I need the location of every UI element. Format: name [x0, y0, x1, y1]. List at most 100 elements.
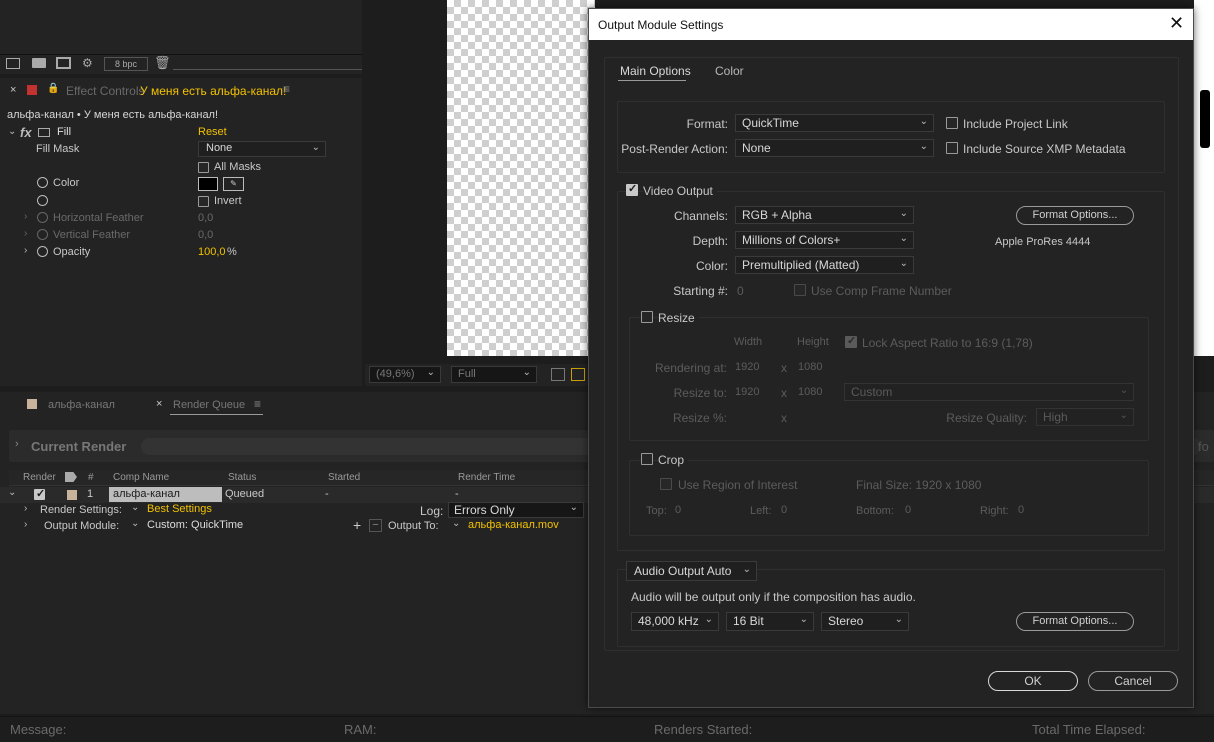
chevron-down-icon[interactable]: ⌄: [131, 502, 139, 513]
close-tab-icon[interactable]: ×: [10, 84, 16, 96]
folder-icon[interactable]: [32, 58, 46, 68]
eyedropper-icon[interactable]: ✎: [223, 177, 244, 191]
close-icon[interactable]: ✕: [1169, 13, 1184, 34]
starting-number-value[interactable]: 0: [737, 284, 744, 298]
use-comp-frame-checkbox[interactable]: [794, 284, 806, 296]
resolution-dropdown[interactable]: Full ⌄: [451, 366, 537, 383]
video-output-checkbox[interactable]: [626, 182, 638, 196]
zoom-dropdown[interactable]: (49,6%) ⌄: [369, 366, 441, 383]
resize-checkbox[interactable]: [641, 311, 653, 323]
close-tab-icon[interactable]: ×: [156, 398, 162, 410]
col-render[interactable]: Render: [23, 472, 56, 483]
label-tag-icon[interactable]: [65, 472, 77, 482]
chevron-down-icon[interactable]: ⌄: [452, 518, 460, 529]
lock-icon[interactable]: 🔒: [47, 83, 59, 94]
col-number[interactable]: #: [88, 472, 94, 483]
row-expand-icon[interactable]: ⌄: [8, 487, 16, 498]
audio-output-dropdown[interactable]: Audio Output Auto ⌄: [626, 561, 757, 581]
panel-menu-icon[interactable]: ≡: [283, 82, 290, 96]
include-project-link-checkbox[interactable]: [946, 117, 958, 129]
composition-viewer: (49,6%) ⌄ Full ⌄: [365, 0, 595, 386]
format-dropdown[interactable]: QuickTime ⌄: [735, 114, 934, 132]
new-composition-icon[interactable]: [56, 57, 71, 69]
crop-bottom-value[interactable]: 0: [905, 504, 911, 516]
resize-quality-dropdown[interactable]: High ⌄: [1036, 408, 1134, 426]
sample-rate-dropdown[interactable]: 48,000 kHz ⌄: [631, 612, 719, 631]
add-output-module-icon[interactable]: +: [353, 517, 361, 533]
log-dropdown[interactable]: Errors Only ⌄: [448, 502, 584, 518]
depth-dropdown[interactable]: Millions of Colors+ ⌄: [735, 231, 914, 249]
crop-left-value[interactable]: 0: [781, 504, 787, 516]
expand-chevron-icon[interactable]: ›: [24, 228, 27, 239]
color-swatch[interactable]: [198, 177, 218, 191]
expand-chevron-icon[interactable]: ›: [15, 438, 19, 450]
resize-height[interactable]: 1080: [798, 386, 822, 398]
opacity-value[interactable]: 100,0: [198, 246, 226, 258]
col-status[interactable]: Status: [228, 472, 256, 483]
row-comp-name[interactable]: альфа-канал: [109, 487, 222, 502]
output-to-link[interactable]: альфа-канал.mov: [468, 519, 559, 531]
output-module-link[interactable]: Custom: QuickTime: [147, 519, 243, 531]
cancel-button[interactable]: Cancel: [1088, 671, 1178, 691]
stopwatch-icon[interactable]: [37, 177, 48, 188]
color-dropdown[interactable]: Premultiplied (Matted) ⌄: [735, 256, 914, 274]
expand-chevron-icon[interactable]: ›: [24, 519, 27, 530]
width-header: Width: [734, 336, 763, 348]
resize-width[interactable]: 1920: [735, 386, 759, 398]
comp-tab[interactable]: альфа-канал: [48, 399, 115, 411]
expand-chevron-icon[interactable]: ›: [24, 503, 27, 514]
panel-menu-icon[interactable]: ≡: [254, 397, 261, 411]
interpret-footage-icon[interactable]: [6, 58, 20, 69]
crop-checkbox[interactable]: [641, 453, 653, 465]
post-render-dropdown[interactable]: None ⌄: [735, 139, 934, 157]
tab-color[interactable]: Color: [715, 64, 744, 78]
flowchart-icon[interactable]: ⚙: [82, 56, 93, 70]
render-settings-link[interactable]: Best Settings: [147, 503, 212, 515]
col-comp-name[interactable]: Comp Name: [113, 472, 169, 483]
bpc-button[interactable]: 8 bpc: [104, 57, 148, 71]
after-effects-window: ⚙ 8 bpc 🗑 × 🔒 Effect Controls У меня ест…: [0, 0, 1214, 742]
all-masks-checkbox[interactable]: [198, 162, 209, 173]
remove-output-module-icon[interactable]: −: [369, 519, 382, 532]
expand-chevron-icon[interactable]: ⌄: [8, 126, 16, 137]
reset-link[interactable]: Reset: [198, 126, 227, 138]
col-started[interactable]: Started: [328, 472, 360, 483]
invert-checkbox[interactable]: [198, 196, 209, 207]
audio-channels-dropdown[interactable]: Stereo ⌄: [821, 612, 909, 631]
stopwatch-icon: [37, 229, 48, 240]
effect-controls-tab-label[interactable]: Effect Controls: [66, 84, 144, 98]
expand-chevron-icon[interactable]: ›: [24, 245, 27, 256]
video-format-options-button[interactable]: Format Options...: [1016, 206, 1134, 225]
chevron-down-icon[interactable]: ⌄: [131, 518, 139, 529]
effect-name: Fill: [57, 126, 72, 138]
crop-top-value[interactable]: 0: [675, 504, 681, 516]
include-xmp-label: Include Source XMP Metadata: [963, 142, 1126, 156]
stopwatch-icon[interactable]: [37, 195, 48, 206]
trash-icon[interactable]: 🗑: [154, 55, 171, 71]
ok-button[interactable]: OK: [988, 671, 1078, 691]
render-checkbox[interactable]: [34, 487, 45, 500]
use-roi-checkbox[interactable]: [660, 478, 672, 490]
lock-aspect-checkbox[interactable]: [845, 334, 857, 348]
snapshot-icon[interactable]: [551, 368, 565, 381]
stopwatch-icon[interactable]: [37, 246, 48, 257]
crop-bottom-label: Bottom:: [856, 505, 894, 517]
show-channel-icon[interactable]: [571, 368, 585, 381]
render-queue-tab[interactable]: Render Queue: [173, 399, 245, 411]
audio-format-options-button[interactable]: Format Options...: [1016, 612, 1134, 631]
height-header: Height: [797, 336, 829, 348]
resize-preset-dropdown[interactable]: Custom ⌄: [844, 383, 1134, 401]
effect-controls-layer-name: У меня есть альфа-канал!: [140, 84, 287, 98]
col-render-time[interactable]: Render Time: [458, 472, 515, 483]
row-label-swatch[interactable]: [67, 490, 77, 500]
chevron-down-icon: ⌄: [569, 502, 578, 513]
bit-depth-dropdown[interactable]: 16 Bit ⌄: [726, 612, 814, 631]
include-xmp-checkbox[interactable]: [946, 142, 958, 154]
fx-icon[interactable]: fx: [20, 125, 32, 140]
rendering-height: 1080: [798, 361, 823, 373]
expand-chevron-icon[interactable]: ›: [24, 211, 27, 222]
tab-main-options[interactable]: Main Options: [620, 64, 691, 78]
channels-dropdown[interactable]: RGB + Alpha ⌄: [735, 206, 914, 224]
crop-right-value[interactable]: 0: [1018, 504, 1024, 516]
fill-mask-dropdown[interactable]: None ⌄: [198, 141, 326, 157]
